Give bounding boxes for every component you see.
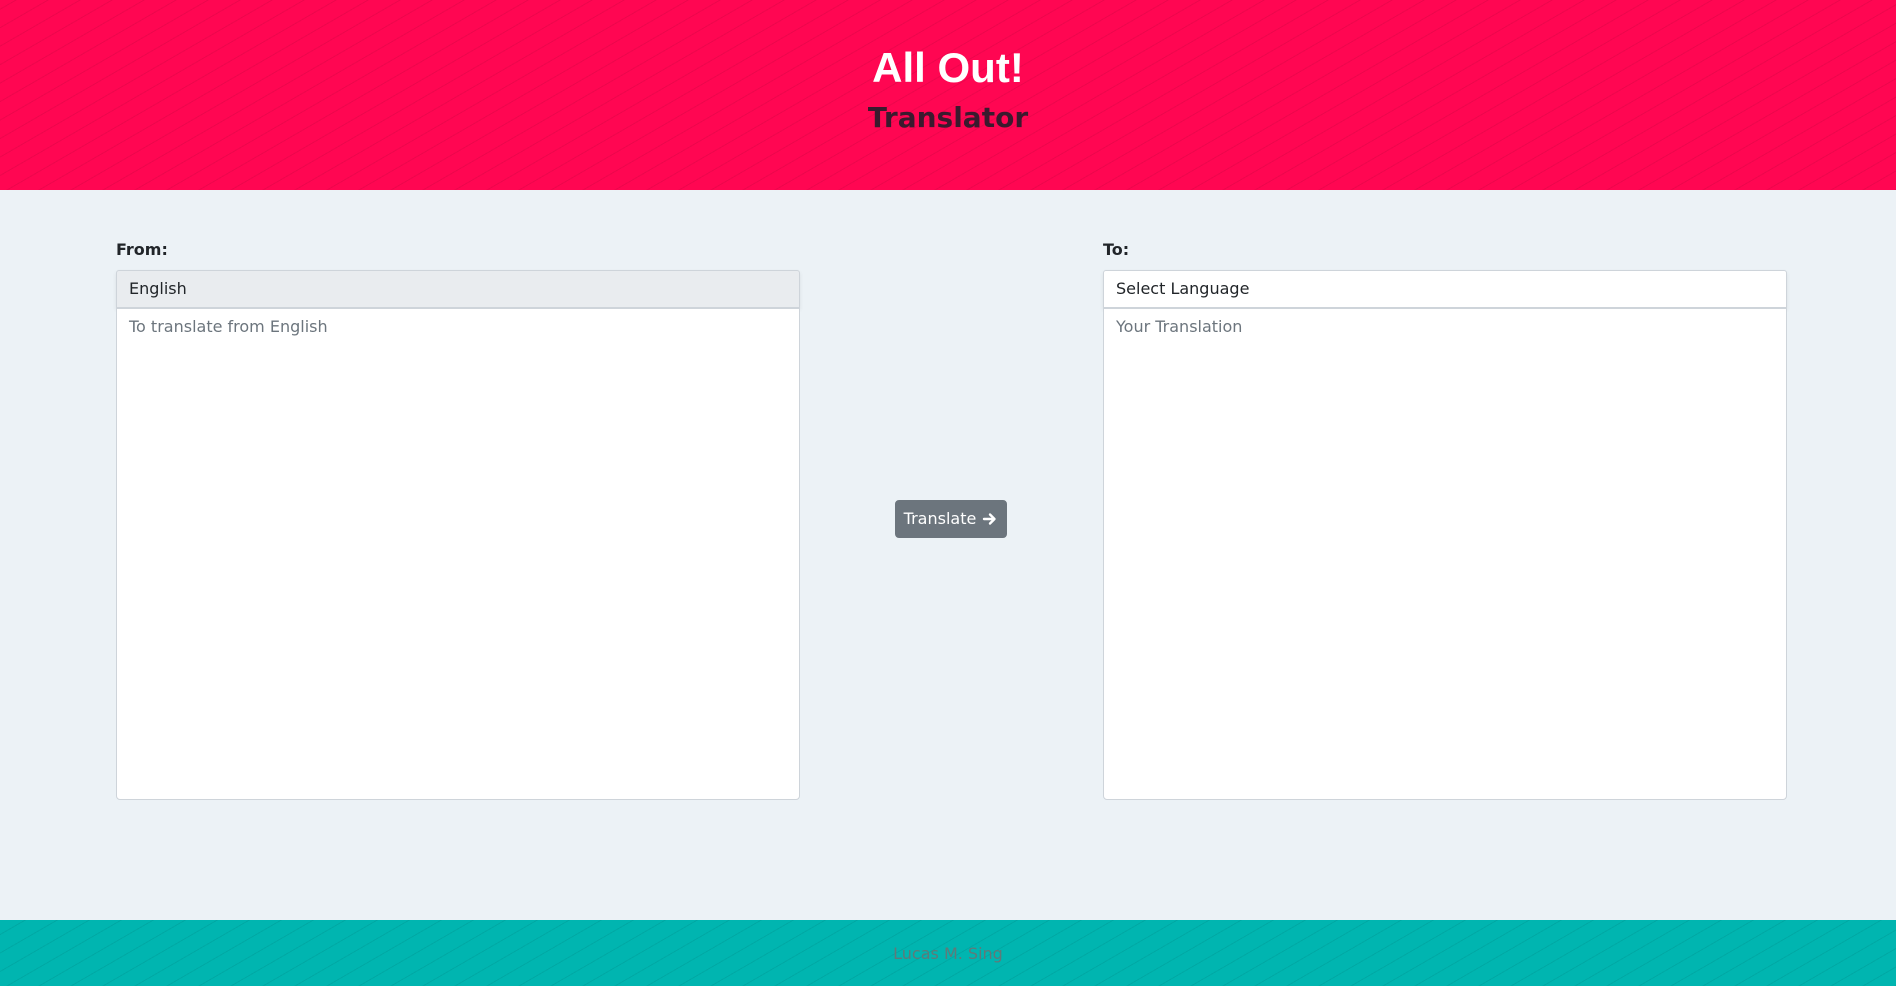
source-language-select[interactable]: English	[116, 270, 800, 308]
translation-output[interactable]	[1103, 308, 1787, 800]
from-label: From:	[116, 240, 168, 259]
to-label: To:	[1103, 240, 1130, 259]
target-language-select[interactable]: Select Language	[1103, 270, 1787, 308]
translate-button[interactable]: Translate	[895, 500, 1007, 538]
source-panel: From: English	[116, 240, 800, 800]
main-content: From: English Translate To: Select Langu…	[0, 190, 1896, 920]
target-panel: To: Select Language	[1103, 240, 1787, 800]
source-text-input[interactable]	[116, 308, 800, 800]
app-subtitle: Translator	[867, 101, 1029, 134]
translate-button-label: Translate	[903, 509, 977, 528]
app-title: All Out!	[872, 44, 1024, 91]
footer-banner: Lucas M. Sing	[0, 920, 1896, 986]
header-banner: All Out! Translator	[0, 0, 1896, 190]
arrow-right-icon	[983, 513, 997, 525]
footer-credit: Lucas M. Sing	[893, 944, 1003, 963]
